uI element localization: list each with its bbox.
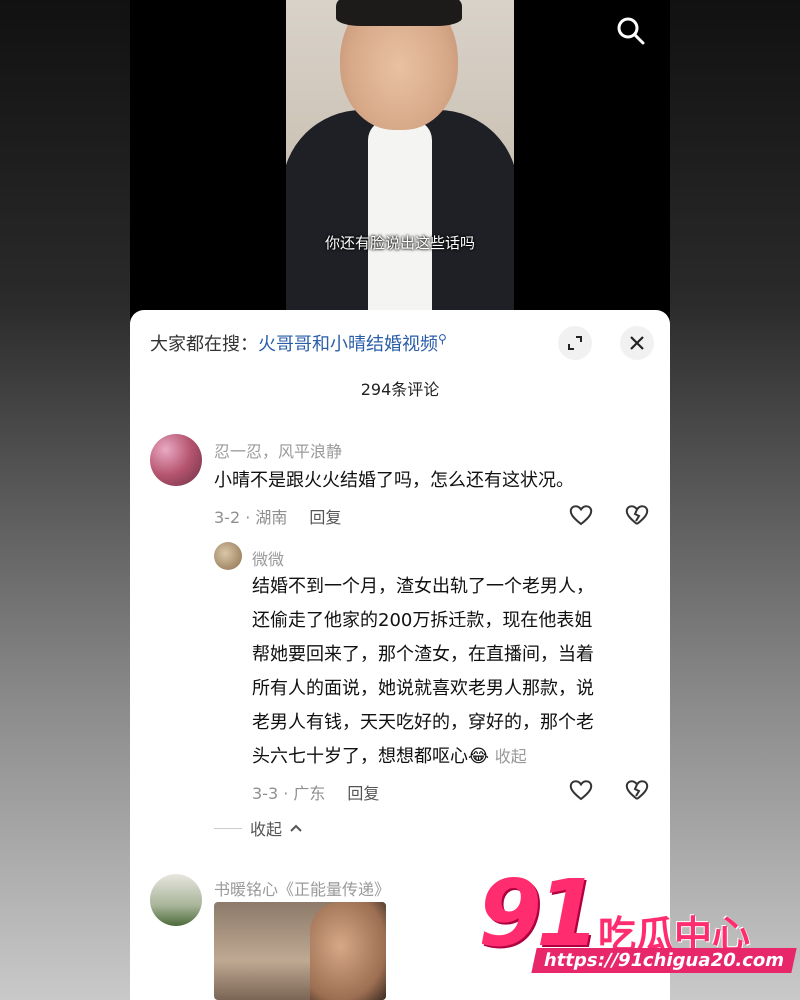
comment-text: 小晴不是跟火火结婚了吗，怎么还有这状况。 — [214, 470, 574, 491]
video-player[interactable]: 你还有脸说出这些话吗 — [130, 0, 670, 320]
image-face — [310, 902, 386, 1000]
hot-search-link[interactable]: 火哥哥和小晴结婚视频 — [258, 334, 438, 355]
comment-username[interactable]: 书暖铭心《正能量传递》 — [214, 876, 390, 900]
heart-outline-icon[interactable] — [568, 502, 594, 528]
phone-screen: 你还有脸说出这些话吗 大家都在搜：火哥哥和小晴结婚视频⚲ 294条评论 忍一忍，… — [130, 0, 670, 1000]
video-subtitle: 你还有脸说出这些话吗 — [324, 234, 475, 252]
close-icon[interactable] — [620, 326, 654, 360]
avatar[interactable] — [214, 542, 242, 570]
reply-button[interactable]: 回复 — [309, 508, 341, 527]
person-hair — [336, 0, 462, 26]
laughing-emoji-icon: 😂 — [468, 746, 490, 767]
search-icon[interactable] — [614, 14, 648, 48]
reply-text-line: 老男人有钱，天天吃好的，穿好的，那个老 — [252, 712, 594, 733]
search-small-icon: ⚲ — [438, 332, 447, 346]
reply-text-last-line: 头六七十岁了，想想都呕心😂 收起 — [252, 740, 652, 774]
chevron-up-icon — [290, 824, 302, 832]
hot-search-prefix: 大家都在搜： — [150, 334, 258, 355]
collapse-text-button[interactable]: 收起 — [495, 747, 527, 766]
collapse-label: 收起 — [250, 820, 283, 839]
watermark-url: https://91chigua20.com — [531, 948, 797, 973]
avatar[interactable] — [150, 434, 202, 486]
comment-date-location: 3-3 · 广东 — [252, 784, 326, 803]
reply-text-line: 还偷走了他家的200万拆迁款，现在他表姐 — [252, 610, 593, 631]
comment-meta: 3-2 · 湖南 回复 — [214, 504, 341, 528]
backdrop-left — [0, 0, 130, 1000]
heart-outline-icon[interactable] — [568, 777, 594, 803]
video-frame — [286, 0, 514, 320]
broken-heart-icon[interactable] — [624, 502, 650, 528]
person-shirt — [368, 120, 432, 320]
reply-text-line: 帮她要回来了，那个渣女，在直播间，当着 — [252, 644, 594, 665]
comment-username[interactable]: 微微 — [252, 546, 284, 570]
reply-text: 结婚不到一个月，渣女出轨了一个老男人， 还偷走了他家的200万拆迁款，现在他表姐… — [252, 570, 652, 774]
reply-text-line: 头六七十岁了，想想都呕心 — [252, 746, 468, 767]
reply-text-line: 结婚不到一个月，渣女出轨了一个老男人， — [252, 576, 594, 597]
expand-icon[interactable] — [558, 326, 592, 360]
reply-text-line: 所有人的面说，她说就喜欢老男人那款，说 — [252, 678, 594, 699]
reply-button[interactable]: 回复 — [347, 784, 379, 803]
comment-username[interactable]: 忍一忍，风平浪静 — [214, 438, 342, 462]
comment-date-location: 3-2 · 湖南 — [214, 508, 288, 527]
collapse-replies-button[interactable]: 收起 — [214, 816, 302, 840]
comment-meta: 3-3 · 广东 回复 — [252, 780, 379, 804]
comment-image[interactable] — [214, 902, 386, 1000]
site-watermark: 91 吃瓜中心 https://91chigua20.com — [478, 860, 797, 980]
broken-heart-icon[interactable] — [624, 777, 650, 803]
avatar[interactable] — [150, 874, 202, 926]
backdrop-right — [670, 0, 800, 1000]
divider — [214, 827, 242, 829]
hot-search-bar[interactable]: 大家都在搜：火哥哥和小晴结婚视频⚲ — [150, 330, 447, 356]
comment-count: 294条评论 — [360, 380, 440, 399]
